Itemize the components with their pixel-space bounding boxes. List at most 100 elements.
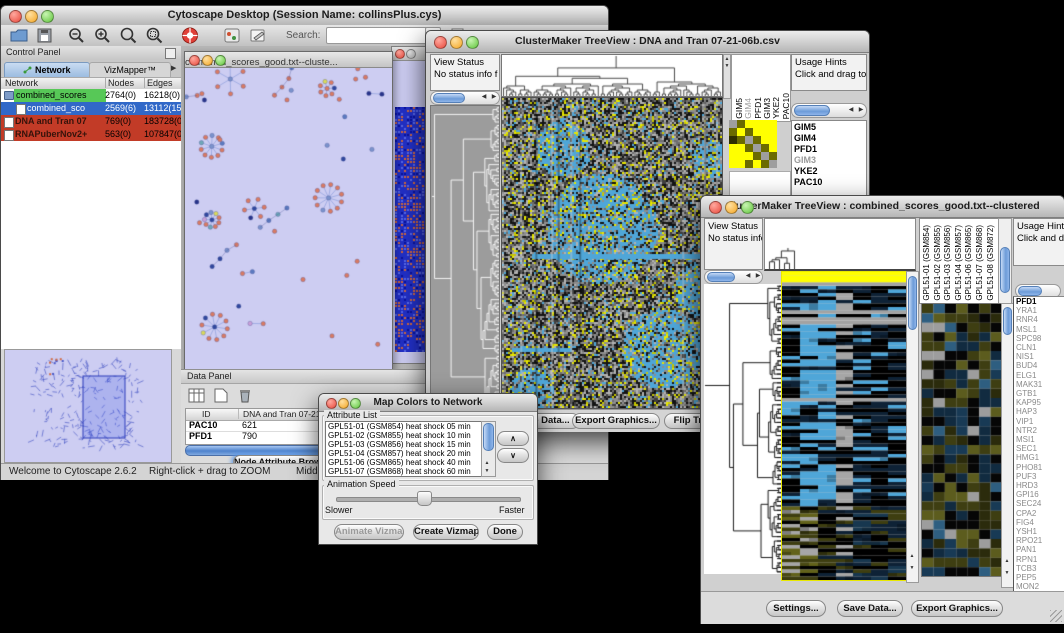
network-view-canvas[interactable]	[185, 68, 390, 368]
gene-label[interactable]: YSH1	[1014, 527, 1064, 536]
move-down-button[interactable]: ∨	[497, 448, 529, 463]
scroll-up-arrow[interactable]: ▲	[1002, 558, 1012, 565]
tv2-row-dendrogram[interactable]	[704, 284, 781, 574]
gene-label[interactable]: PEP5	[1014, 573, 1064, 582]
minimize-button[interactable]	[25, 10, 38, 23]
gene-label[interactable]: SEC1	[1014, 444, 1064, 453]
network-overview-canvas[interactable]	[5, 350, 169, 460]
network-overview-panel[interactable]	[4, 349, 172, 463]
tab-network[interactable]: Network	[4, 62, 90, 78]
scroll-left-arrow[interactable]: ◀	[479, 94, 489, 101]
matrix-row-label[interactable]: GIM3	[792, 155, 866, 166]
gene-label[interactable]: NTR2	[1014, 426, 1064, 435]
main-titlebar[interactable]: Cytoscape Desktop (Session Name: collins…	[1, 6, 608, 26]
gene-label[interactable]: HAP3	[1014, 407, 1064, 416]
zoom-fit-icon[interactable]	[145, 27, 165, 44]
speed-slider-thumb[interactable]	[417, 491, 432, 506]
scroll-thumb[interactable]	[433, 93, 465, 103]
gene-label[interactable]: RPN1	[1014, 555, 1064, 564]
tab-vizmapper[interactable]: VizMapper™	[89, 62, 171, 78]
scroll-thumb[interactable]	[483, 423, 494, 451]
gene-label[interactable]: RPO21	[1014, 536, 1064, 545]
delete-attribute-icon[interactable]	[235, 387, 255, 404]
close-button[interactable]	[189, 55, 200, 66]
tv1-status-scrollbar[interactable]: ◀ ▶	[430, 91, 500, 105]
help-lifesaver-icon[interactable]	[181, 27, 201, 44]
gene-label[interactable]: NIS1	[1014, 352, 1064, 361]
gene-label[interactable]: HMG1	[1014, 453, 1064, 462]
scroll-thumb[interactable]	[1003, 307, 1012, 335]
plugin-icon[interactable]	[223, 27, 243, 44]
move-up-button[interactable]: ∧	[497, 431, 529, 446]
scroll-down-arrow[interactable]: ▼	[1002, 570, 1012, 577]
close-button[interactable]	[709, 201, 722, 214]
gene-label[interactable]: GPI16	[1014, 490, 1064, 499]
gene-label[interactable]: CLN1	[1014, 343, 1064, 352]
matrix-row-label[interactable]: YKE2	[792, 166, 866, 177]
gene-label[interactable]: SPC98	[1014, 334, 1064, 343]
network-row[interactable]: combined_sco2569(6)13112(15)	[1, 102, 181, 115]
gene-label[interactable]: YRA1	[1014, 306, 1064, 315]
tab-overflow-button[interactable]: ▶	[171, 64, 176, 72]
tv1-row-dendrogram[interactable]	[430, 105, 500, 409]
close-button[interactable]	[395, 49, 405, 59]
gene-label[interactable]: PHO81	[1014, 463, 1064, 472]
attribute-list[interactable]: GPL51-01 (GSM854) heat shock 05 minGPL51…	[325, 421, 485, 477]
treeview2-titlebar[interactable]: ClusterMaker TreeView : combined_scores_…	[701, 196, 1064, 218]
tv2-labels-scrollbar[interactable]	[998, 218, 1012, 304]
scroll-thumb[interactable]	[1000, 247, 1010, 293]
attribute-list-scrollbar[interactable]: ▲ ▼	[481, 421, 496, 477]
minimize-button[interactable]	[406, 49, 416, 59]
minimize-button[interactable]	[450, 36, 463, 49]
scroll-down-arrow[interactable]: ▼	[907, 565, 917, 572]
tv2-status-scrollbar[interactable]: ◀ ▶	[704, 270, 763, 284]
zoom-button[interactable]	[350, 398, 361, 409]
gene-label[interactable]: GTB1	[1014, 389, 1064, 398]
gene-label[interactable]: PUF3	[1014, 472, 1064, 481]
gene-label[interactable]: PFD1	[1014, 297, 1064, 306]
scroll-thumb[interactable]	[707, 272, 735, 282]
tv2-heatmap[interactable]	[781, 271, 907, 581]
matrix-row-label[interactable]: GIM4	[792, 133, 866, 144]
matrix-row-label[interactable]: PAC10	[792, 177, 866, 188]
tv1-global-matrix[interactable]	[729, 120, 777, 168]
gene-label[interactable]: ELG1	[1014, 371, 1064, 380]
settings-button[interactable]: Settings...	[766, 600, 826, 617]
scroll-thumb[interactable]	[1018, 286, 1042, 296]
attribute-item[interactable]: GPL51-02 (GSM855) heat shock 10 min	[326, 431, 484, 440]
scroll-thumb[interactable]	[908, 276, 917, 330]
gene-label[interactable]: MSI1	[1014, 435, 1064, 444]
save-data-button[interactable]: Save Data...	[837, 600, 903, 617]
tv1-mini-scroll-strip[interactable]: ▲ ▼	[723, 54, 731, 99]
zoom-selected-icon[interactable]	[119, 27, 139, 44]
export-graphics-button[interactable]: Export Graphics...	[572, 413, 660, 429]
zoom-button[interactable]	[741, 201, 754, 214]
gene-label[interactable]: CPA2	[1014, 509, 1064, 518]
scroll-up-arrow[interactable]: ▲	[482, 460, 492, 467]
scroll-down-arrow[interactable]: ▼	[482, 468, 492, 475]
gene-label[interactable]: BUD4	[1014, 361, 1064, 370]
gene-label[interactable]: MSL1	[1014, 325, 1064, 334]
tv1-hints-scrollbar[interactable]: ◀ ▶	[791, 103, 867, 118]
gene-label[interactable]: PAN1	[1014, 545, 1064, 554]
tv1-column-dendrogram[interactable]	[501, 54, 723, 97]
gene-label[interactable]: TCB3	[1014, 564, 1064, 573]
close-button[interactable]	[434, 36, 447, 49]
network-view-titlebar[interactable]: combined_scores_good.txt--cluste...	[185, 52, 392, 68]
gene-label[interactable]: SEC24	[1014, 499, 1064, 508]
export-graphics-button[interactable]: Export Graphics...	[911, 600, 1003, 617]
scroll-up-arrow[interactable]: ▲	[907, 553, 917, 560]
attribute-item[interactable]: GPL51-07 (GSM868) heat shock 60 min	[326, 467, 484, 476]
col-nodes[interactable]: Nodes	[105, 78, 134, 88]
col-edges[interactable]: Edges	[144, 78, 173, 88]
zoom-button[interactable]	[215, 55, 226, 66]
tv1-heatmap[interactable]	[501, 97, 723, 409]
scroll-right-arrow[interactable]: ▶	[856, 107, 866, 114]
save-session-icon[interactable]	[35, 27, 55, 44]
zoom-in-icon[interactable]	[93, 27, 113, 44]
scroll-thumb[interactable]	[794, 105, 830, 116]
dense-cluster-canvas[interactable]	[395, 107, 428, 352]
gene-label[interactable]: HRD3	[1014, 481, 1064, 490]
create-vizmap-button[interactable]: Create Vizmap	[413, 524, 479, 540]
tv2-column-dendrogram[interactable]	[764, 218, 916, 271]
